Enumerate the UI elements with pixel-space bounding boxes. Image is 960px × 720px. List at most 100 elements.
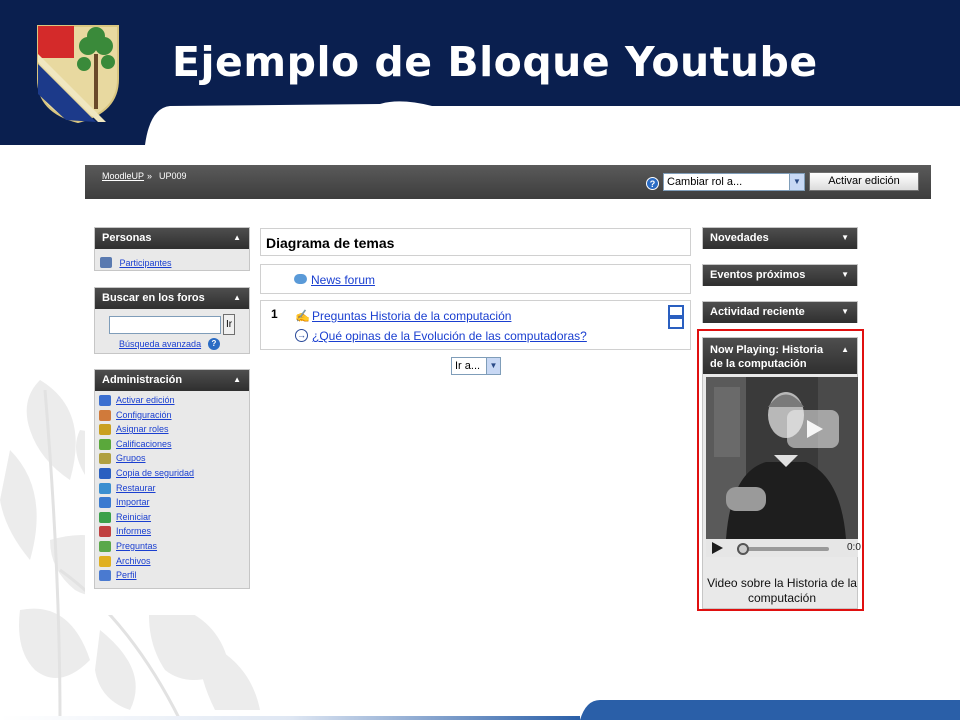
admin-item-label[interactable]: Reiniciar <box>116 512 151 522</box>
admin-item-9[interactable]: Informes <box>99 525 249 540</box>
section-1: 1 ✍ Preguntas Historia de la computación… <box>260 300 691 350</box>
admin-item-3[interactable]: Calificaciones <box>99 438 249 453</box>
admin-item-5[interactable]: Copia de seguridad <box>99 467 249 482</box>
help-icon[interactable]: ? <box>646 177 659 190</box>
block-recent-activity: Actividad reciente ▼ <box>702 301 858 323</box>
navbar: MoodleUP » UP009 ? Cambiar rol a... ▼ Ac… <box>85 165 931 199</box>
files-icon <box>99 555 111 567</box>
breadcrumb-separator: » <box>147 171 153 181</box>
admin-item-12[interactable]: Perfil <box>99 569 249 584</box>
admin-item-2[interactable]: Asignar roles <box>99 423 249 438</box>
help-icon[interactable]: ? <box>208 338 220 350</box>
settings-icon <box>99 409 111 421</box>
users-icon <box>100 257 112 268</box>
play-button-icon[interactable] <box>787 410 839 448</box>
breadcrumb-current: UP009 <box>159 171 187 181</box>
expand-icon[interactable]: ▼ <box>841 307 849 316</box>
block-upcoming-events: Eventos próximos ▼ <box>702 264 858 286</box>
block-title: Personas <box>102 232 152 244</box>
admin-item-label[interactable]: Perfil <box>116 570 137 580</box>
profile-icon <box>99 570 111 582</box>
news-forum-link[interactable]: News forum <box>311 273 375 287</box>
admin-item-label[interactable]: Asignar roles <box>116 424 169 434</box>
video-time: 0:0 <box>847 542 861 553</box>
block-title: Actividad reciente <box>710 306 805 318</box>
block-title: Eventos próximos <box>710 269 806 281</box>
admin-item-0[interactable]: Activar edición <box>99 394 249 409</box>
participants-link[interactable]: Participantes <box>119 258 171 268</box>
block-search-header: Buscar en los foros ▲ <box>95 288 249 309</box>
footer-band <box>0 700 960 720</box>
chevron-down-icon[interactable]: ▼ <box>486 358 500 374</box>
forum-icon <box>294 274 307 284</box>
restore-icon <box>99 482 111 494</box>
chevron-down-icon[interactable]: ▼ <box>789 174 804 190</box>
admin-item-7[interactable]: Importar <box>99 496 249 511</box>
admin-item-1[interactable]: Configuración <box>99 409 249 424</box>
forum-search-input[interactable] <box>109 316 221 334</box>
personas-list: Participantes <box>95 249 249 271</box>
jump-to-select[interactable]: Ir a... ▼ <box>451 357 501 375</box>
section-toggle-icon[interactable] <box>668 305 684 329</box>
video-thumbnail <box>706 377 858 539</box>
role-select[interactable]: Cambiar rol a... ▼ <box>663 173 805 191</box>
activity-quiz-link[interactable]: Preguntas Historia de la computación <box>312 309 511 323</box>
edit-icon <box>99 395 111 406</box>
section-number: 1 <box>271 307 278 321</box>
block-news-header: Novedades ▼ <box>703 228 857 249</box>
slide-title: Ejemplo de Bloque Youtube <box>172 38 818 86</box>
admin-item-11[interactable]: Archivos <box>99 555 249 570</box>
expand-icon[interactable]: ▼ <box>841 270 849 279</box>
collapse-icon[interactable]: ▲ <box>233 293 241 302</box>
coat-of-arms-logo <box>37 25 119 124</box>
admin-item-label[interactable]: Informes <box>116 526 151 536</box>
admin-item-label[interactable]: Importar <box>116 497 150 507</box>
seek-handle[interactable] <box>737 543 749 555</box>
video-description-line2: computación <box>747 591 817 605</box>
video-description: Video sobre la Historia de la computació… <box>703 576 861 606</box>
questions-icon <box>99 540 111 552</box>
admin-item-4[interactable]: Grupos <box>99 452 249 467</box>
roles-icon <box>99 424 111 436</box>
import-icon <box>99 497 111 509</box>
admin-item-6[interactable]: Restaurar <box>99 482 249 497</box>
jump-select-value: Ir a... <box>455 360 481 372</box>
admin-item-label[interactable]: Configuración <box>116 410 172 420</box>
admin-item-label[interactable]: Archivos <box>116 556 151 566</box>
admin-item-8[interactable]: Reiniciar <box>99 511 249 526</box>
video-description-line1: Video sobre la Historia de la <box>707 576 857 590</box>
admin-item-label[interactable]: Calificaciones <box>116 439 172 449</box>
course-format-title: Diagrama de temas <box>260 228 691 256</box>
block-personas-header: Personas ▲ <box>95 228 249 249</box>
activity-forum-link[interactable]: ¿Qué opinas de la Evolución de las compu… <box>312 329 587 343</box>
breadcrumb-home[interactable]: MoodleUP <box>102 171 144 181</box>
block-activity-header: Actividad reciente ▼ <box>703 302 857 323</box>
admin-item-label[interactable]: Grupos <box>116 453 146 463</box>
expand-icon[interactable]: ▼ <box>841 233 849 242</box>
block-title: Novedades <box>710 232 769 244</box>
admin-list: Activar edición Configuración Asignar role… <box>95 391 249 584</box>
activate-editing-button[interactable]: Activar edición <box>809 172 919 191</box>
grades-icon <box>99 438 111 450</box>
backup-icon <box>99 467 111 479</box>
collapse-icon[interactable]: ▲ <box>233 375 241 384</box>
quiz-icon: ✍ <box>295 309 310 323</box>
admin-item-label[interactable]: Restaurar <box>116 483 156 493</box>
admin-item-label[interactable]: Preguntas <box>116 541 157 551</box>
block-news: Novedades ▼ <box>702 227 858 249</box>
block-administration: Administración ▲ Activar edición Configur… <box>94 369 250 589</box>
admin-item-label[interactable]: Activar edición <box>116 395 175 405</box>
seek-bar[interactable] <box>737 547 829 551</box>
block-events-header: Eventos próximos ▼ <box>703 265 857 286</box>
reports-icon <box>99 526 111 538</box>
play-icon[interactable] <box>712 542 723 554</box>
admin-item-10[interactable]: Preguntas <box>99 540 249 555</box>
moodle-screenshot: MoodleUP » UP009 ? Cambiar rol a... ▼ Ac… <box>85 165 931 615</box>
section-general: News forum <box>260 264 691 294</box>
block-personas: Personas ▲ Participantes <box>94 227 250 271</box>
video-player[interactable] <box>706 377 858 539</box>
collapse-icon[interactable]: ▲ <box>233 233 241 242</box>
search-go-button[interactable]: Ir <box>223 314 235 335</box>
advanced-search-link[interactable]: Búsqueda avanzada <box>119 339 201 349</box>
admin-item-label[interactable]: Copia de seguridad <box>116 468 194 478</box>
